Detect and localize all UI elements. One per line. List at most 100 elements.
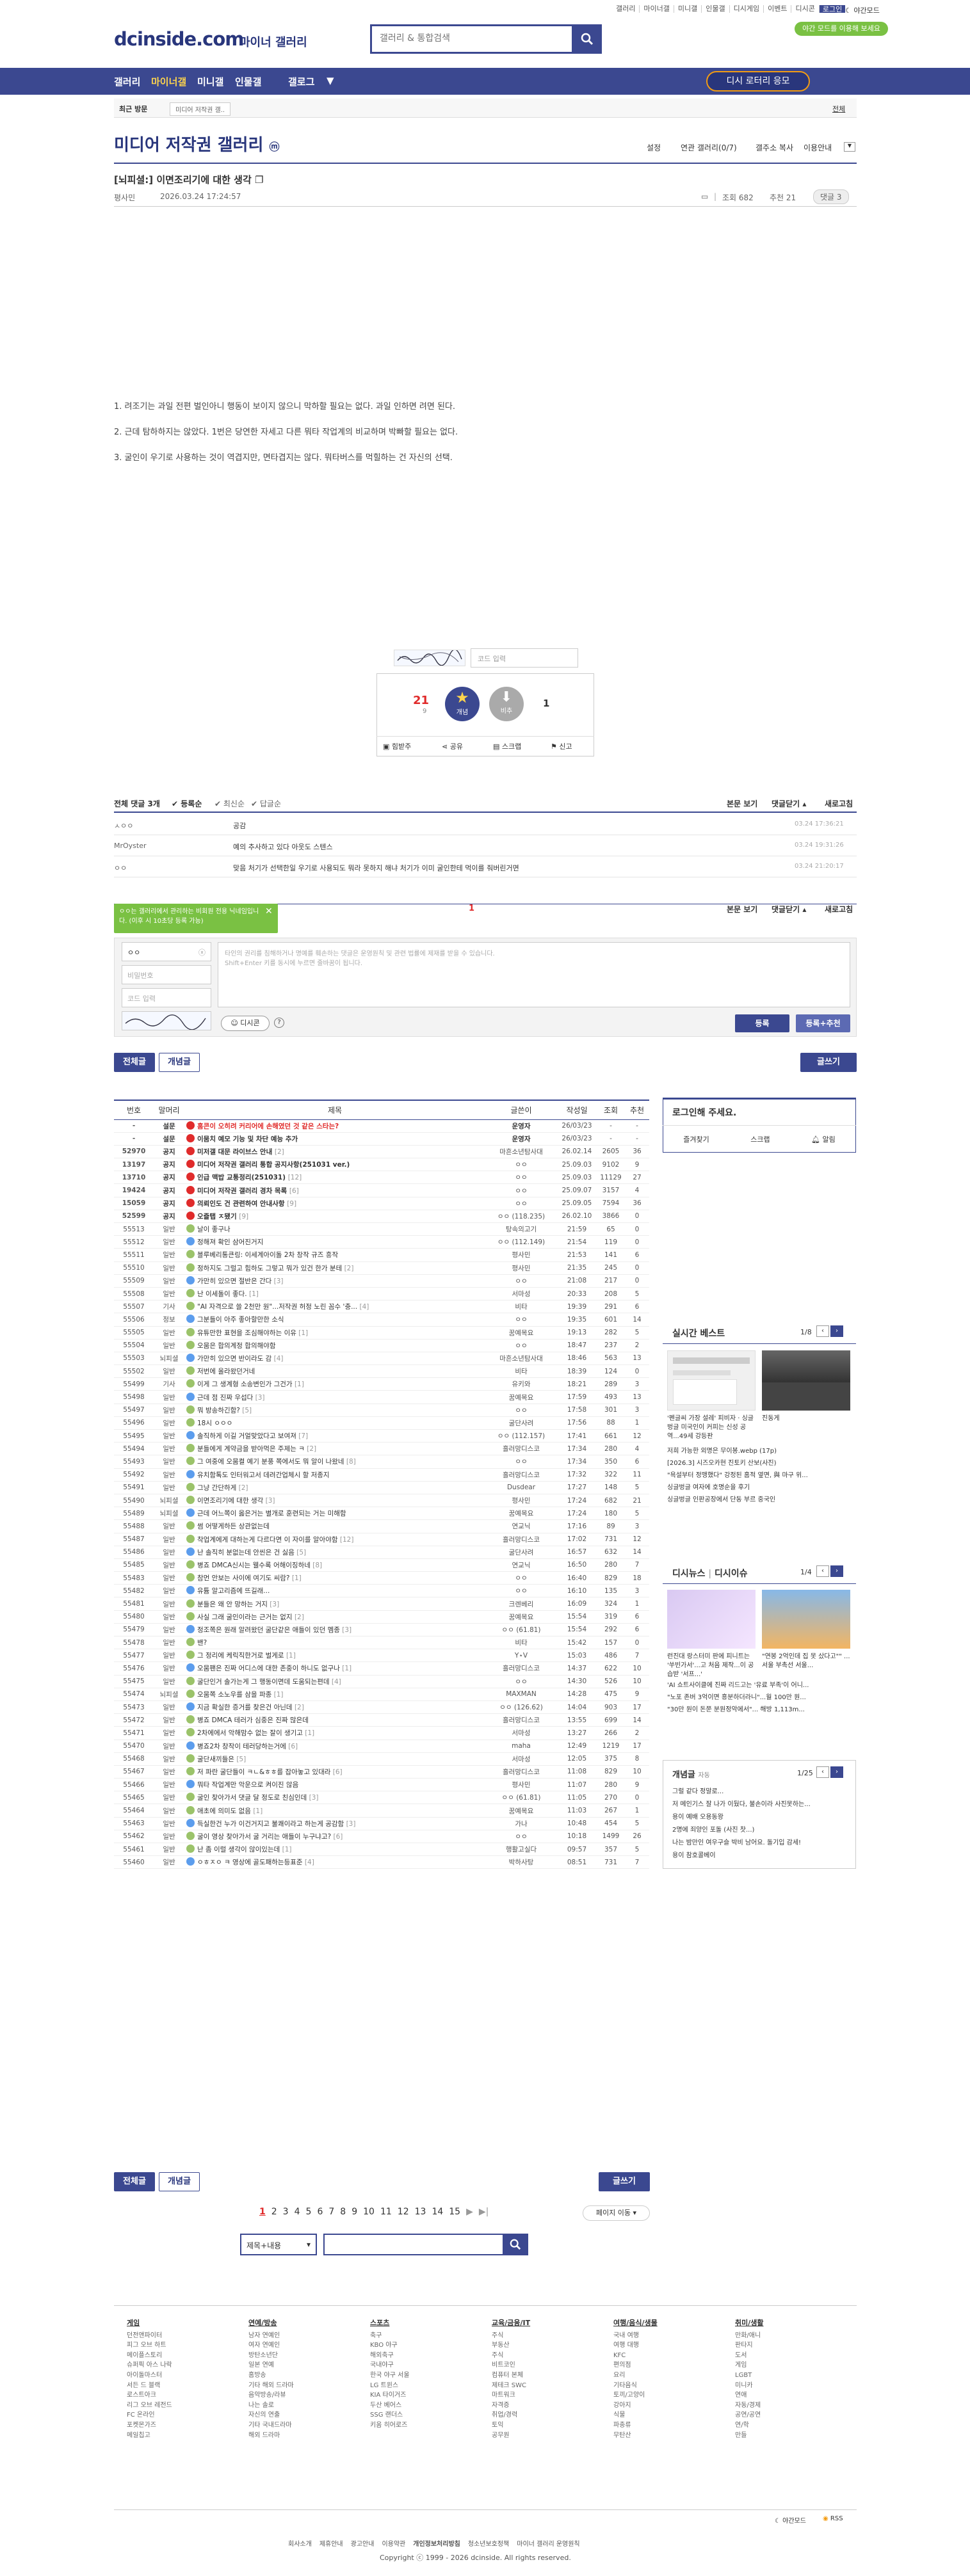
post-writer[interactable]: 탕속의고기 <box>485 1222 557 1236</box>
page-move-button[interactable]: 페이지 이동 ▾ <box>583 2205 650 2221</box>
nav-person[interactable]: 인물갤 <box>235 75 261 88</box>
post-writer[interactable]: 비타 <box>485 1636 557 1650</box>
footer-link[interactable]: KFC <box>613 2351 658 2361</box>
settings-link[interactable]: 설정 <box>647 142 661 153</box>
breadcrumb-all[interactable]: 전체 <box>832 104 845 114</box>
top-link[interactable]: 인물갤 <box>702 5 730 13</box>
table-row[interactable]: 55464 일반 애초에 의미도 없음 [1] 꿈예목요 11:03 267 1 <box>114 1804 649 1818</box>
guide-link[interactable]: 이용안내 <box>804 142 832 153</box>
concept-title[interactable]: 개념글 자동 <box>672 1768 710 1780</box>
post-writer[interactable]: 크렌베리 <box>485 1597 557 1611</box>
scrap-link[interactable]: 스크랩 <box>750 1134 770 1144</box>
top-link[interactable]: 미니갤 <box>674 5 702 13</box>
post-title-cell[interactable]: 병죠 DMCA 테러가 심중은 진짜 많은데 <box>184 1713 485 1727</box>
downvote-button[interactable]: ⬇ 비추 <box>489 687 524 721</box>
footer-link[interactable]: 강아지 <box>613 2401 658 2411</box>
post-title-cell[interactable]: 인급 맥밥 교통정리(251031) [12] <box>184 1171 485 1185</box>
footer-link[interactable]: 파충류 <box>613 2420 658 2431</box>
page-link[interactable]: 8 <box>340 2207 346 2217</box>
post-writer[interactable]: 운영자 <box>485 1132 557 1146</box>
footer-policy-link[interactable]: 개인정보처리방침 <box>413 2538 460 2548</box>
post-writer[interactable]: 흘러망디스코 <box>485 1713 557 1727</box>
post-title-cell[interactable]: 병죠2차 창작이 테러당하는거에 [6] <box>184 1740 485 1753</box>
post-title-cell[interactable]: 득실한건 누가 이건거지고 불쾌이라고 하는게 공감함 [3] <box>184 1817 485 1830</box>
best-list-item[interactable]: 싱글벙글 인판공장에서 단동 부르 중국인 <box>667 1494 853 1506</box>
post-title-text[interactable]: 정조쪽은 원래 알려왔던 굴단같은 애들이 있던 멤종 <box>197 1626 340 1634</box>
issue-list-item[interactable]: "30만 원이 돈쭌 분원정악에서"... 해방 1,113m... <box>667 1704 853 1716</box>
issue-thumbnail-1[interactable] <box>667 1590 756 1649</box>
best-thumbnail-1[interactable] <box>667 1350 756 1411</box>
table-row[interactable]: 13197 공지 미디어 저작권 갤러리 통합 공지사항(251031 ver.) ㅇ… <box>114 1158 649 1172</box>
post-title-text[interactable]: 썸 어떻게하든 상관없는데 <box>197 1523 270 1530</box>
post-title-text[interactable]: 뭐 방송하긴함? <box>197 1407 240 1414</box>
concept-list-item[interactable]: 2명에 죄양인 포돌 (사진 찻...) <box>672 1824 852 1837</box>
post-title-text[interactable]: ㅇㅎㅈㅇ ㅋ 영상에 골도패하는등표준 <box>197 1859 303 1866</box>
table-row[interactable]: - 설문 이뭄치 예모 기능 및 차단 예능 추가 운영자 26/03/23- - <box>114 1132 649 1146</box>
post-title-text[interactable]: 의뢰인도 건 관련하여 안내사항 <box>197 1200 285 1208</box>
footer-link[interactable]: 포켓몬가즈 <box>127 2420 172 2431</box>
upvote-button[interactable]: ★ 개념 <box>445 687 480 721</box>
post-title-text[interactable]: 뭐타 작업계만 악운으로 켜이진 않음 <box>197 1781 298 1789</box>
post-title-cell[interactable]: 그 정리에 케릭직한거로 벌게로 [1] <box>184 1649 485 1663</box>
report-button[interactable]: ⚑ 신고 <box>551 741 572 751</box>
next-icon[interactable]: › <box>830 1766 843 1778</box>
footer-link[interactable]: 취업/경력 <box>492 2410 530 2420</box>
footer-column-title[interactable]: 게임 <box>127 2318 172 2328</box>
post-title-text[interactable]: 굴이 영상 찾아가서 굴 거리는 애들이 누구냐고? <box>197 1833 331 1841</box>
footer-link[interactable]: 제테크 SWC <box>492 2381 530 2391</box>
footer-link[interactable]: 로스트아크 <box>127 2390 172 2401</box>
post-title-text[interactable]: 밴? <box>197 1639 207 1647</box>
post-title-text[interactable]: 그 정리에 케릭직한거로 벌게로 <box>197 1652 284 1660</box>
best-thumbnail-2[interactable] <box>762 1350 850 1411</box>
post-writer[interactable]: 흘러망디스코 <box>485 1765 557 1779</box>
post-title-cell[interactable]: 블루베리통큰링: 이세계아이돌 2차 창작 규즈 흥작 <box>184 1248 485 1262</box>
concept-list-item[interactable]: 용이 참호콜베이 <box>672 1850 852 1862</box>
footer-link[interactable]: 토끼/고양이 <box>613 2390 658 2401</box>
table-row[interactable]: 55498 일반 근데 점 진짜 우섭다 [3] 꿈예목요 17:59 493 13 <box>114 1390 649 1404</box>
next-icon[interactable]: › <box>830 1325 843 1337</box>
table-row[interactable]: 55483 일반 참먼 안보는 사이에 여기도 씨람? [1] ㅇㅇ 16:40 829 1… <box>114 1571 649 1585</box>
post-title-text[interactable]: 근데 점 진짜 우섭다 <box>197 1394 253 1402</box>
footer-link[interactable]: 국내 여행 <box>613 2331 658 2341</box>
nav-gallog[interactable]: 갤로그 <box>288 75 314 88</box>
post-title-text[interactable]: 오뭄은 합의계정 합의해야함 <box>197 1342 276 1350</box>
best-list-item[interactable]: 싱글벙글 여자에 호명순을 후기 <box>667 1482 853 1494</box>
footer-link[interactable]: 게임 <box>735 2360 764 2371</box>
footer-link[interactable]: 부동산 <box>492 2340 530 2351</box>
code-field[interactable]: 코드 입력 <box>122 988 211 1007</box>
table-row[interactable]: 55503 뇌피셜 가만히 있으면 반이라도 감 [4] 마흔소년탐사대 18:46 56… <box>114 1352 649 1366</box>
post-writer[interactable]: 평사민 <box>485 1261 557 1275</box>
post-writer[interactable]: 행활고실다 <box>485 1843 557 1857</box>
post-writer[interactable]: ㅇㅇ (118.235) <box>485 1210 557 1224</box>
page-link[interactable]: 12 <box>398 2207 409 2217</box>
page-link[interactable]: 11 <box>380 2207 392 2217</box>
top-link[interactable]: 로그인 <box>819 5 846 13</box>
table-row[interactable]: 55476 일반 오뭄팬은 진짜 어디스에 대한 존중이 하니도 없구나 [1] 흘러… <box>114 1661 649 1676</box>
post-title-text[interactable]: 참먼 안보는 사이에 여기도 씨람? <box>197 1574 290 1582</box>
post-title-cell[interactable]: 오뭄은 합의계정 합의해야함 <box>184 1339 485 1352</box>
concept-list-item[interactable]: 그럴 같다 정말로... <box>672 1786 852 1798</box>
post-writer[interactable]: ㅇㅇ <box>485 1584 557 1598</box>
site-logo[interactable]: dcinside.com <box>114 28 245 50</box>
post-title-text[interactable]: 미저갤 대문 라이브스 안내 <box>197 1148 272 1156</box>
table-row[interactable]: 13710 공지 인급 맥밥 교통정리(251031) [12] ㅇㅇ 25.09.03… <box>114 1171 649 1185</box>
post-title-text[interactable]: 오뭄팬은 진짜 어디스에 대한 존중이 하니도 없구나 <box>197 1665 340 1672</box>
post-writer[interactable]: Dusdear <box>485 1481 557 1494</box>
footer-link[interactable]: 토익 <box>492 2420 530 2431</box>
post-writer[interactable]: 굴단사려 <box>485 1546 557 1559</box>
footer-link[interactable]: 서든 드 블랙 <box>127 2381 172 2391</box>
footer-link[interactable]: 공무원 <box>492 2431 530 2441</box>
post-title-cell[interactable]: 오즐탭 ㅈ됐기 [9] <box>184 1210 485 1224</box>
footer-policy-link[interactable]: 광고안내 <box>351 2538 375 2548</box>
folder-icon[interactable]: ▭ <box>701 192 708 201</box>
post-writer[interactable]: ㅇㅇ <box>485 1404 557 1417</box>
footer-link[interactable]: 메이플스토리 <box>127 2351 172 2361</box>
page-link[interactable]: 9 <box>352 2207 357 2217</box>
table-row[interactable]: 55481 일반 분들은 왜 안 망하는 거지 [3] 크렌베리 16:09 324 1 <box>114 1597 649 1611</box>
best-list-item[interactable]: "욕설부터 정맹했다" 강정된 홈적 옆면, 與 마구 위... <box>667 1469 853 1482</box>
table-row[interactable]: 55487 일반 착업계에게 대하는게 다르다면 이 자이를 알아야함 [12] 흘러… <box>114 1533 649 1546</box>
post-title-text[interactable]: 그분들이 아주 좋아할만한 소식 <box>197 1316 284 1324</box>
concept-posts-button[interactable]: 개념글 <box>159 1053 200 1072</box>
table-row[interactable]: 55460 일반 ㅇㅎㅈㅇ ㅋ 영상에 골도패하는등표준 [4] 박하사탕 08:51 7… <box>114 1855 649 1869</box>
dark-mode-toggle[interactable]: ☾ 야간모드 <box>845 5 880 15</box>
